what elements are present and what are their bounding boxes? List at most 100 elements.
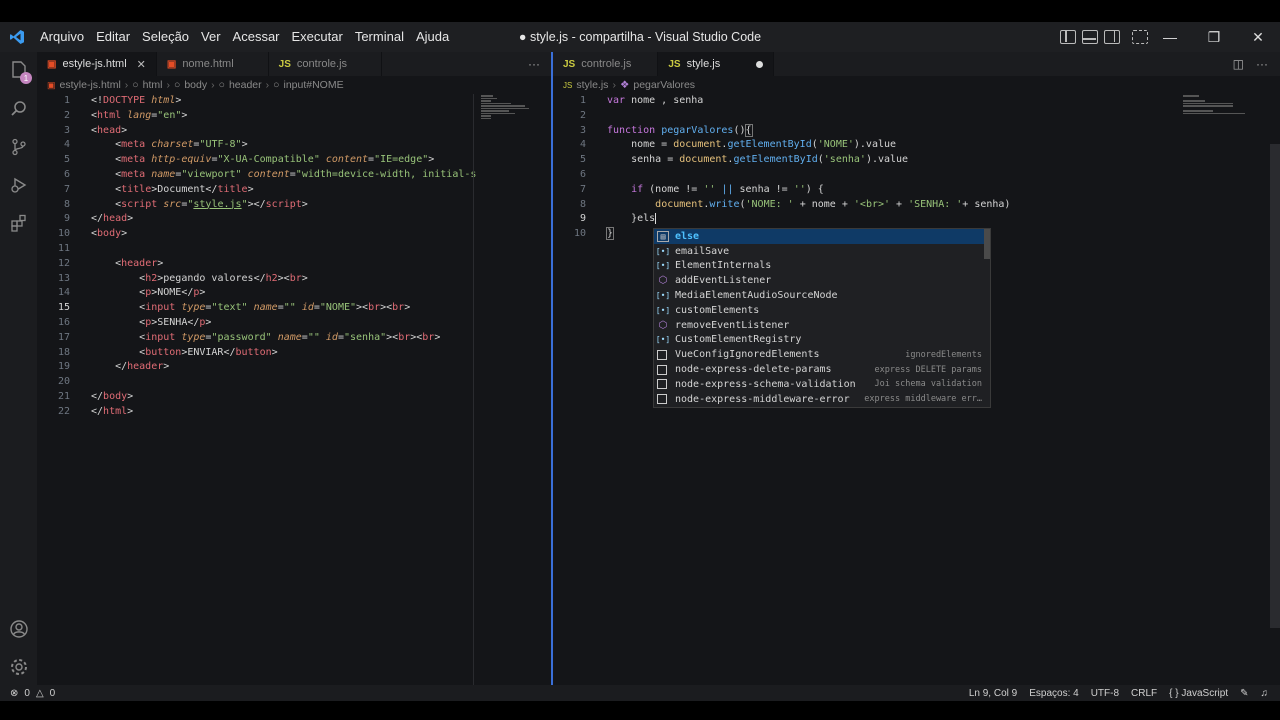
menu-arquivo[interactable]: Arquivo — [34, 22, 90, 52]
element-symbol-icon: ○ — [273, 79, 280, 91]
method-icon: ⬡ — [658, 275, 668, 287]
menu-bar: Arquivo Editar Seleção Ver Acessar Execu… — [34, 22, 455, 52]
language-mode[interactable]: { } JavaScript — [1169, 688, 1228, 699]
account-icon[interactable] — [0, 610, 37, 648]
end-of-line[interactable]: CRLF — [1131, 688, 1157, 699]
menu-acessar[interactable]: Acessar — [227, 22, 286, 52]
line-number: 8 — [63, 198, 70, 210]
explorer-icon[interactable]: 1 — [0, 52, 37, 90]
element-symbol-icon: ○ — [218, 79, 225, 91]
suggestion-item[interactable]: [•] CustomElementRegistry — [654, 333, 990, 348]
suggestion-item[interactable]: [•] ElementInternals — [654, 259, 990, 274]
more-actions-icon[interactable]: ··· — [528, 57, 540, 71]
suggestion-item[interactable]: node-express-middleware-error express mi… — [654, 392, 990, 407]
menu-terminal[interactable]: Terminal — [349, 22, 410, 52]
toggle-primary-sidebar-icon[interactable] — [1060, 30, 1076, 44]
split-editor-icon[interactable]: ◫ — [1233, 57, 1244, 71]
suggestion-item[interactable]: VueConfigIgnoredElements ignoredElements — [654, 347, 990, 362]
vscode-logo-icon — [0, 22, 34, 52]
line-number: 3 — [579, 124, 586, 136]
vertical-scrollbar[interactable] — [1270, 144, 1280, 628]
menu-selecao[interactable]: Seleção — [136, 22, 195, 52]
toggle-panel-icon[interactable] — [1082, 30, 1098, 44]
encoding[interactable]: UTF-8 — [1091, 688, 1119, 699]
minimize-icon[interactable]: — — [1148, 22, 1192, 52]
function-symbol-icon: ❖ — [619, 79, 630, 91]
line-number: 10 — [573, 228, 586, 240]
code-editor-right[interactable]: 1 var nome , senha 2 3 function pegarValor… — [553, 94, 1010, 242]
close-tab-icon[interactable]: ✕ — [137, 58, 146, 71]
search-icon[interactable] — [0, 90, 37, 128]
settings-gear-icon[interactable] — [0, 648, 37, 686]
more-actions-icon[interactable]: ··· — [1256, 57, 1268, 71]
tab-controle-js[interactable]: JS controle.js — [269, 52, 383, 76]
tab-estyle-js-html[interactable]: ▣ estyle-js.html ✕ — [37, 52, 157, 76]
suggestion-label: addEventListener — [675, 275, 772, 287]
line-number: 5 — [579, 154, 586, 166]
tab-label: controle.js — [581, 58, 632, 70]
suggestion-item[interactable]: node-express-schema-validation Joi schem… — [654, 377, 990, 392]
suggestion-item[interactable]: [•] MediaElementAudioSourceNode — [654, 288, 990, 303]
line-number: 10 — [57, 228, 70, 240]
snippet-icon — [657, 394, 667, 405]
suggestion-label: else — [675, 230, 700, 242]
tab-style-js[interactable]: JS style.js — [658, 52, 775, 76]
breadcrumb-separator-icon: › — [612, 79, 616, 91]
variable-icon: [•] — [655, 261, 671, 271]
suggestion-item[interactable]: [•] emailSave — [654, 244, 990, 259]
toggle-secondary-sidebar-icon[interactable] — [1104, 30, 1120, 44]
close-window-icon[interactable]: ✕ — [1236, 22, 1280, 52]
line-number: 3 — [63, 124, 70, 136]
suggestion-label: node-express-delete-params — [675, 364, 832, 376]
suggestion-label: customElements — [675, 304, 760, 316]
suggestion-item[interactable]: ▤ else — [654, 229, 990, 244]
source-control-icon[interactable] — [0, 128, 37, 166]
minimap-right[interactable] — [1183, 94, 1247, 134]
js-file-icon: JS — [563, 58, 576, 70]
breadcrumb-item[interactable]: input#NOME — [283, 79, 343, 91]
snippet-icon — [657, 364, 667, 375]
suggestion-item[interactable]: ⬡ removeEventListener — [654, 318, 990, 333]
breadcrumb-right: JS style.js › ❖ pegarValores — [553, 76, 1280, 94]
breadcrumb-item[interactable]: header — [229, 79, 262, 91]
suggestion-label: node-express-schema-validation — [675, 378, 856, 390]
js-file-icon: JS — [668, 58, 681, 70]
line-number: 8 — [579, 198, 586, 210]
breadcrumb-item[interactable]: body — [184, 79, 207, 91]
suggestions-scrollbar[interactable] — [984, 229, 990, 259]
line-number: 1 — [63, 95, 70, 106]
line-number: 6 — [579, 168, 586, 180]
breadcrumb-separator-icon: › — [124, 79, 129, 91]
feedback-icon[interactable]: ✎ — [1240, 688, 1248, 699]
unsaved-dot-icon[interactable] — [756, 60, 764, 68]
menu-editar[interactable]: Editar — [90, 22, 136, 52]
tab-nome-html[interactable]: ▣ nome.html — [157, 52, 269, 76]
minimap-left[interactable] — [481, 94, 541, 134]
restore-icon[interactable]: ❐ — [1192, 22, 1236, 52]
menu-executar[interactable]: Executar — [286, 22, 349, 52]
cursor-position[interactable]: Ln 9, Col 9 — [969, 688, 1017, 699]
line-number: 7 — [579, 183, 586, 195]
notifications-bell-icon[interactable]: ♫ — [1261, 688, 1269, 699]
suggestion-item[interactable]: ⬡ addEventListener — [654, 273, 990, 288]
menu-ajuda[interactable]: Ajuda — [410, 22, 455, 52]
breadcrumb-item[interactable]: style.js — [576, 79, 608, 91]
code-editor-left[interactable]: 1 <!DOCTYPE html> 2 <html lang="en"> 3 <hea… — [37, 94, 476, 420]
customize-layout-icon[interactable] — [1132, 30, 1148, 44]
problems-indicator[interactable]: ⊗ 0 △ 0 — [0, 688, 55, 699]
indentation[interactable]: Espaços: 4 — [1029, 688, 1078, 699]
breadcrumb-item[interactable]: html — [143, 79, 163, 91]
menu-ver[interactable]: Ver — [195, 22, 227, 52]
run-debug-icon[interactable] — [0, 166, 37, 204]
extensions-icon[interactable] — [0, 204, 37, 242]
tab-controle-js[interactable]: JS controle.js — [553, 52, 659, 76]
suggestion-item[interactable]: node-express-delete-params express DELET… — [654, 362, 990, 377]
breadcrumb-item[interactable]: estyle-js.html — [60, 79, 121, 91]
snippet-icon — [657, 379, 667, 390]
suggestion-label: ElementInternals — [675, 260, 772, 272]
suggestion-item[interactable]: [•] customElements — [654, 303, 990, 318]
editor-group-left: ▣ estyle-js.html ✕ ▣ nome.html JS contro… — [37, 52, 552, 685]
status-bar: ⊗ 0 △ 0 Ln 9, Col 9 Espaços: 4 UTF-8 CRL… — [0, 685, 1280, 701]
breadcrumb-item[interactable]: pegarValores — [633, 79, 695, 91]
language-label: JavaScript — [1181, 687, 1229, 699]
